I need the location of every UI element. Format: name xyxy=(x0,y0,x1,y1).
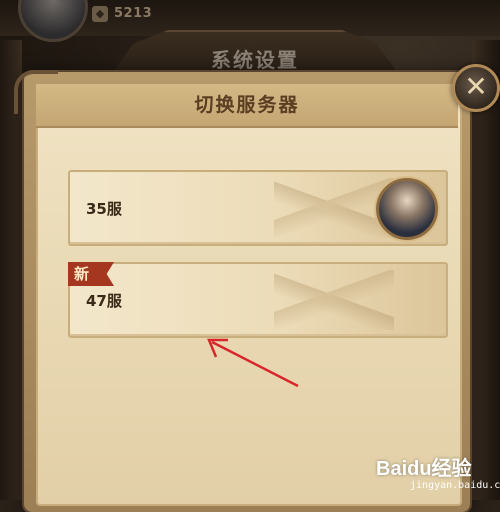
new-badge: 新 xyxy=(68,262,114,286)
new-badge-label: 新 xyxy=(74,265,90,283)
watermark-logo: Baidu经验 xyxy=(376,458,472,480)
system-settings-title: 系统设置 xyxy=(211,48,299,72)
server-label: 47服 xyxy=(86,292,122,310)
server-row-35[interactable]: 35服 xyxy=(68,170,448,246)
currency-value: 5213 xyxy=(114,6,153,21)
close-button[interactable]: ✕ xyxy=(452,64,500,112)
currency-icon: ◆ xyxy=(92,6,108,22)
watermark-url: jingyan.baidu.com xyxy=(410,480,500,491)
server-row-47[interactable]: 新 47服 xyxy=(68,262,448,338)
server-label: 35服 xyxy=(86,200,122,218)
row-scenery-art xyxy=(274,270,394,330)
close-icon: ✕ xyxy=(464,70,488,103)
watermark: Baidu经验 jingyan.baidu.com xyxy=(376,452,500,498)
dialog-title: 切换服务器 xyxy=(194,94,300,116)
hero-avatar-icon xyxy=(376,178,438,240)
